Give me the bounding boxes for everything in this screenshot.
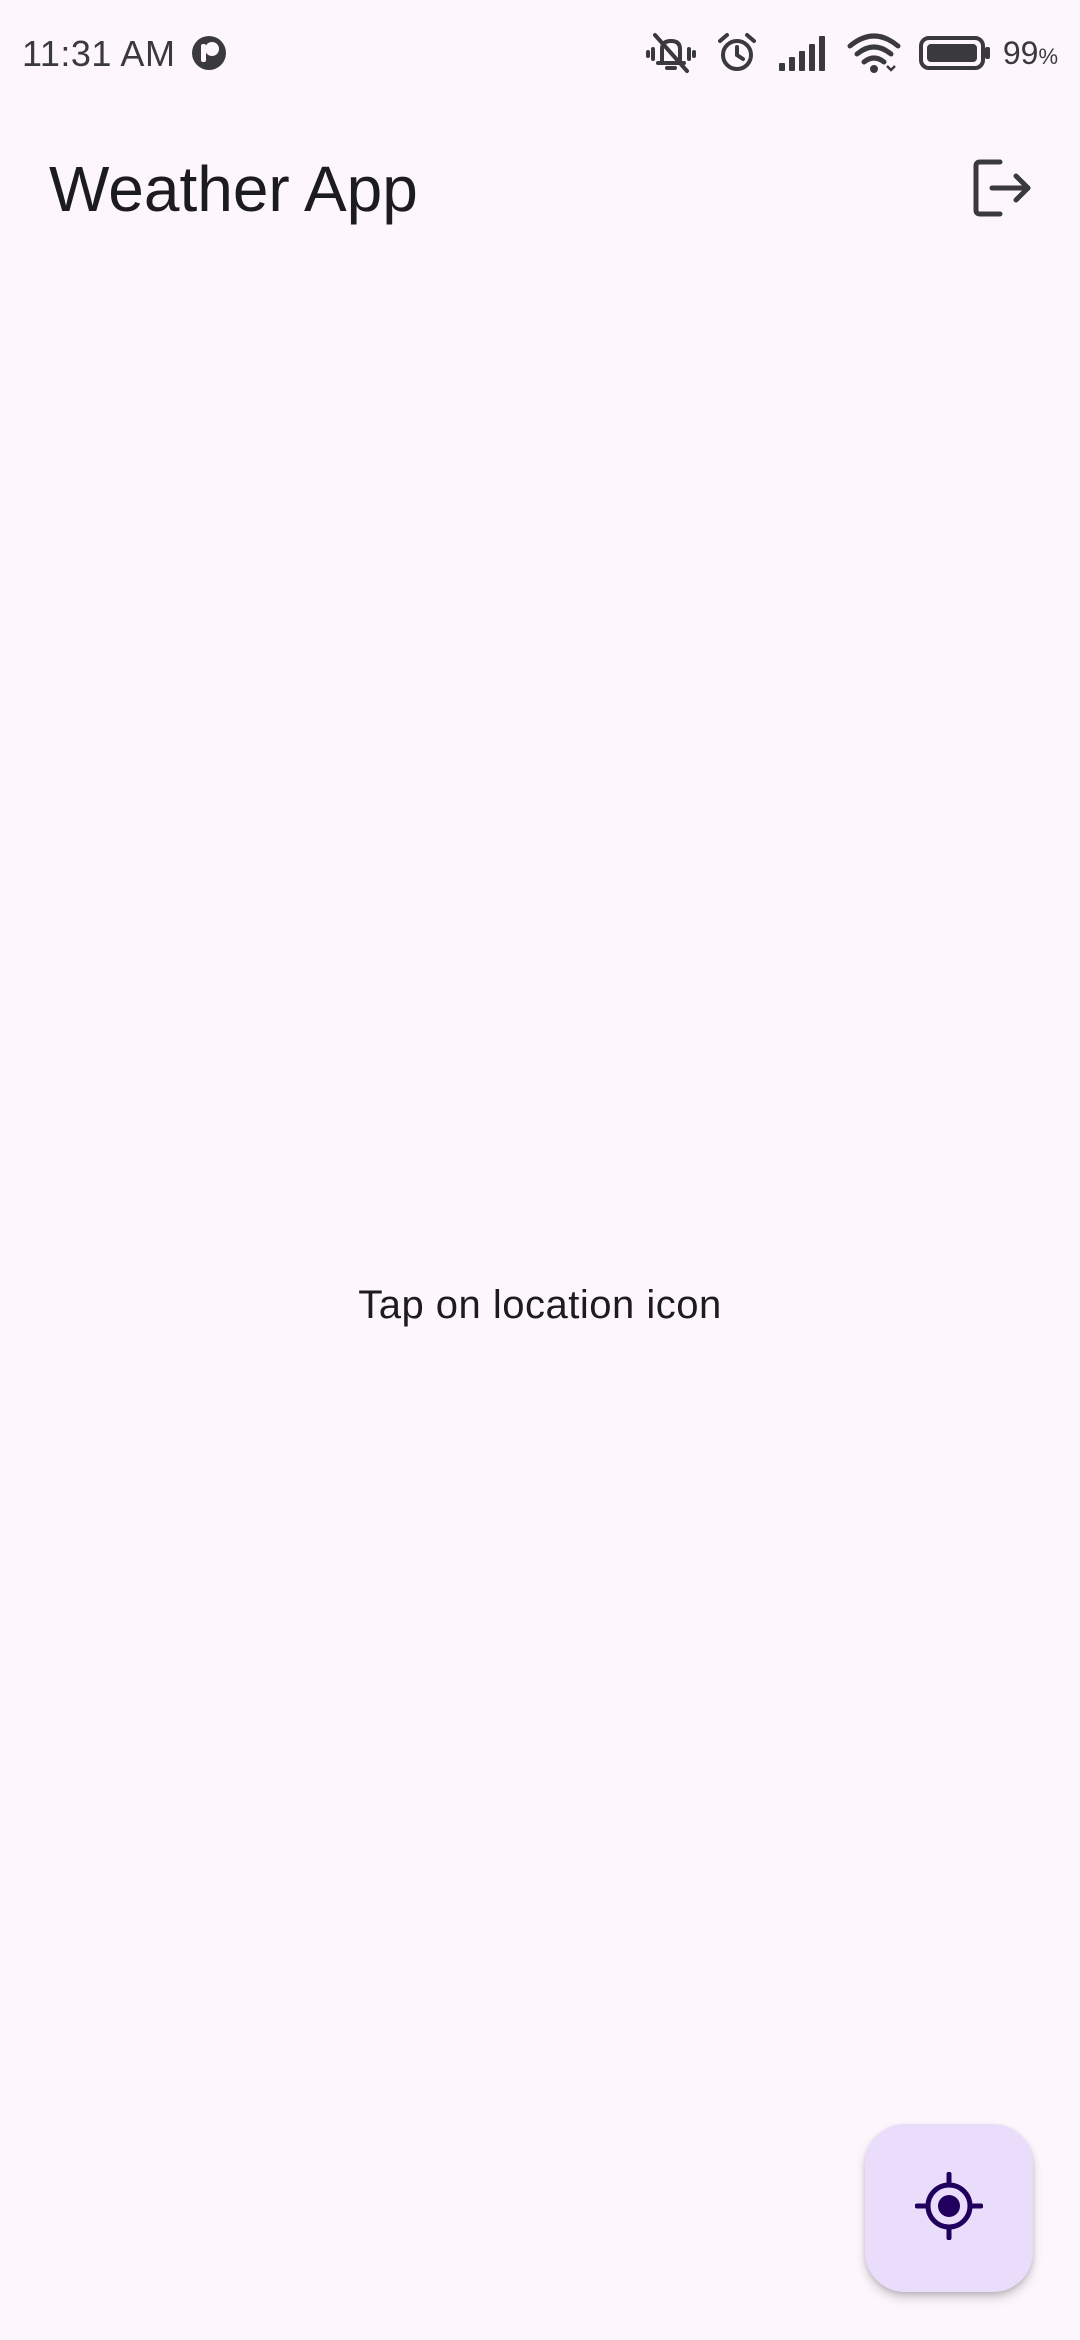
my-location-icon <box>914 2171 984 2245</box>
alarm-icon <box>715 31 759 75</box>
status-bar: 11:31 AM 99% <box>0 0 1080 105</box>
status-time: 11:31 AM <box>22 33 176 74</box>
battery-percentage: 99% <box>1002 34 1058 71</box>
logout-icon <box>970 156 1034 225</box>
app-bar: Weather App <box>0 130 1080 242</box>
logout-button[interactable] <box>966 154 1038 226</box>
location-fab[interactable] <box>865 2124 1033 2292</box>
page-title: Weather App <box>49 153 418 225</box>
app-notification-icon <box>191 35 227 71</box>
wifi-icon <box>847 32 901 74</box>
vibrate-off-icon <box>645 31 697 75</box>
status-icons: 99% <box>627 28 1058 78</box>
signal-icon <box>777 33 829 73</box>
battery-icon <box>918 35 991 71</box>
empty-state-message: Tap on location icon <box>358 1283 722 1327</box>
